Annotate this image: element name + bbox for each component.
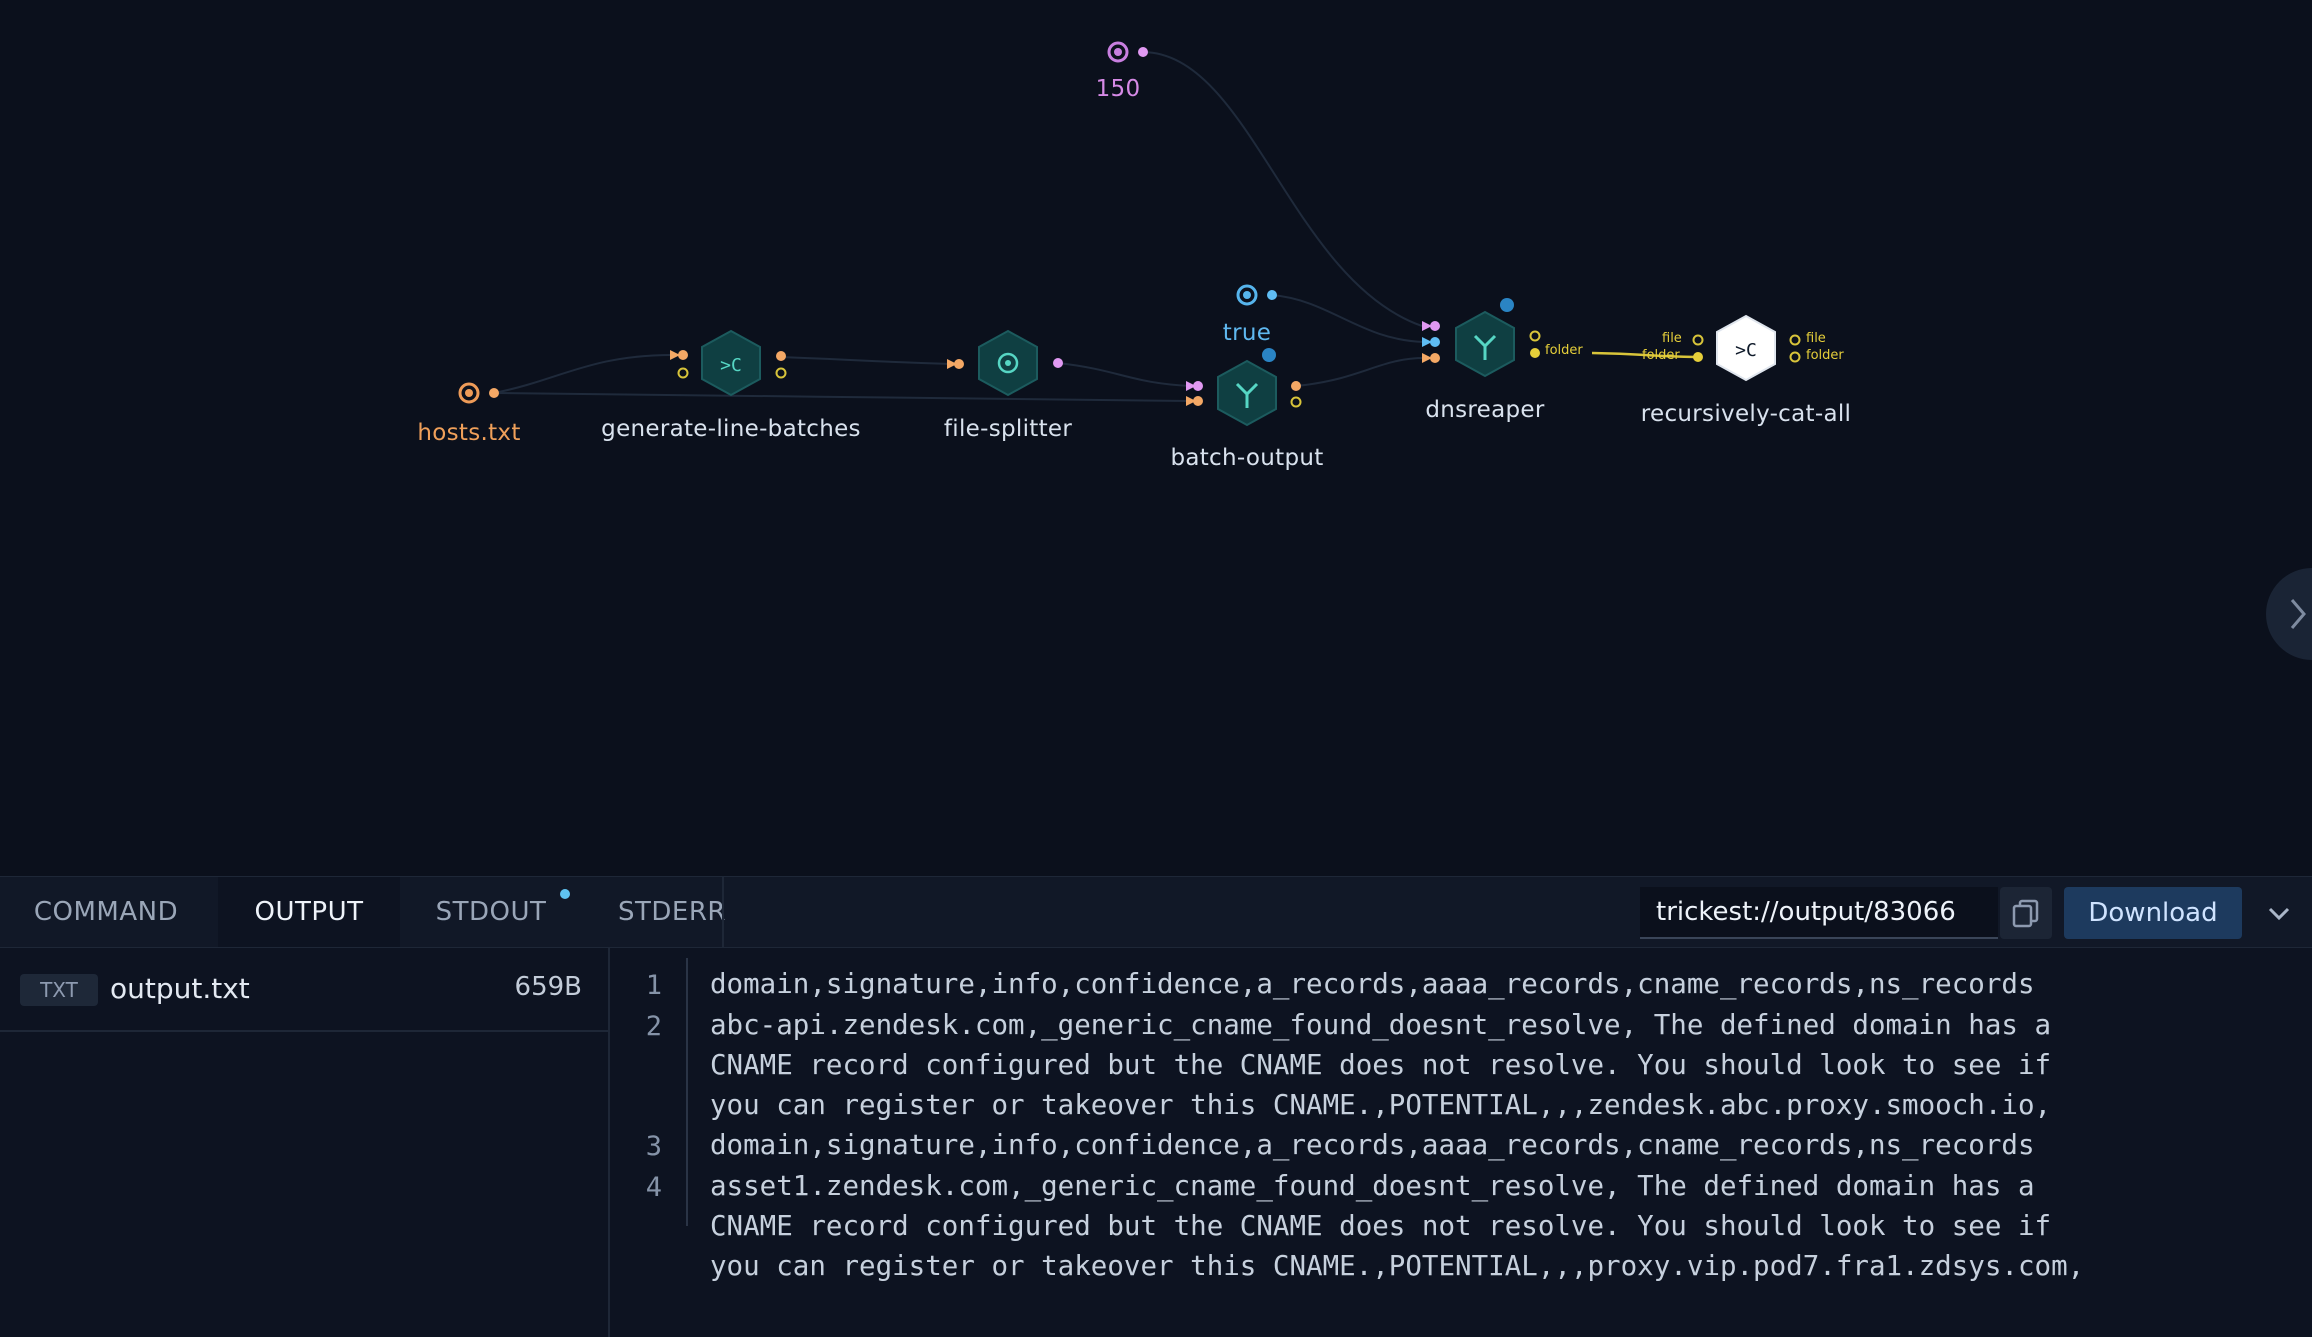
boolean-input-label[interactable]: true bbox=[1223, 320, 1271, 346]
port-cat-in-folder bbox=[1693, 352, 1703, 362]
batch-output-badge bbox=[1262, 348, 1276, 362]
port-dnsreaper-out-folder bbox=[1530, 348, 1540, 358]
port-150-out bbox=[1138, 47, 1148, 57]
port-cat-in-file bbox=[1692, 334, 1704, 346]
port-dnsreaper-in-1 bbox=[1430, 321, 1440, 331]
tab-divider bbox=[722, 877, 724, 947]
cat-file-in-label: file bbox=[1662, 331, 1682, 346]
port-cat-out-folder bbox=[1789, 351, 1801, 363]
panel-tabbar: COMMAND OUTPUT STDOUT STDERR Download bbox=[0, 877, 2312, 948]
port-splitter-out bbox=[1053, 358, 1063, 368]
copy-button[interactable] bbox=[2000, 887, 2052, 939]
line-number: 2 bbox=[645, 1011, 662, 1042]
generate-line-batches-label[interactable]: generate-line-batches bbox=[601, 416, 861, 442]
stdout-badge bbox=[560, 889, 570, 899]
port-dnsreaper-in-3 bbox=[1430, 353, 1440, 363]
port-hosts-out bbox=[489, 388, 499, 398]
file-input-label[interactable]: hosts.txt bbox=[417, 420, 520, 446]
dnsreaper-label[interactable]: dnsreaper bbox=[1425, 397, 1544, 423]
file-row[interactable]: TXT output.txt 659B bbox=[0, 948, 608, 1032]
file-name: output.txt bbox=[110, 972, 250, 1005]
download-button[interactable]: Download bbox=[2064, 887, 2242, 939]
dnsreaper-folder-port-label: folder bbox=[1545, 343, 1583, 358]
tab-command[interactable]: COMMAND bbox=[0, 877, 212, 947]
cat-file-out-label: file bbox=[1806, 331, 1826, 346]
port-cat-out-file bbox=[1789, 334, 1801, 346]
tab-stdout[interactable]: STDOUT bbox=[406, 877, 576, 947]
cat-folder-in-label: folder bbox=[1642, 348, 1680, 363]
file-size: 659B bbox=[514, 972, 582, 1002]
port-batch-in-1 bbox=[1193, 381, 1203, 391]
line-number: 3 bbox=[645, 1131, 662, 1162]
edge-batch-to-dnsreaper bbox=[1295, 357, 1425, 387]
edge-generate-to-splitter bbox=[780, 356, 952, 365]
gutter-divider bbox=[686, 958, 688, 1226]
output-panel: COMMAND OUTPUT STDOUT STDERR Download TX… bbox=[0, 876, 2312, 1337]
line-text: domain,signature,info,confidence,a_recor… bbox=[710, 1129, 2035, 1161]
workflow-graph: >C >C bbox=[458, 41, 1801, 427]
line-text: abc-api.zendesk.com,_generic_cname_found… bbox=[710, 1009, 2052, 1121]
port-generate-in-2 bbox=[677, 367, 689, 379]
tab-output[interactable]: OUTPUT bbox=[218, 877, 400, 947]
dnsreaper-badge bbox=[1500, 298, 1514, 312]
batch-output-label[interactable]: batch-output bbox=[1170, 445, 1323, 471]
edge-150-to-dnsreaper bbox=[1141, 51, 1423, 327]
edge-splitter-to-batch bbox=[1057, 362, 1191, 387]
port-generate-out-1 bbox=[776, 351, 786, 361]
edge-hosts-to-generate bbox=[493, 354, 673, 394]
file-content-viewer[interactable]: 1 domain,signature,info,confidence,a_rec… bbox=[612, 948, 2312, 1337]
edge-hosts-to-batch bbox=[493, 392, 1191, 402]
port-generate-in-1 bbox=[678, 350, 688, 360]
output-url-field[interactable] bbox=[1640, 887, 1998, 939]
file-splitter-label[interactable]: file-splitter bbox=[944, 416, 1072, 442]
script-icon: >C bbox=[720, 355, 742, 376]
line-text: domain,signature,info,confidence,a_recor… bbox=[710, 968, 2035, 1000]
output-file-list: TXT output.txt 659B bbox=[0, 948, 610, 1337]
script-icon: >C bbox=[1735, 340, 1757, 361]
port-dnsreaper-out-1 bbox=[1529, 330, 1541, 342]
workflow-canvas[interactable]: >C >C 150 true hosts.txt generate-line-b… bbox=[0, 0, 2312, 876]
line-number: 1 bbox=[645, 970, 662, 1001]
line-number: 4 bbox=[645, 1172, 662, 1203]
port-splitter-in bbox=[954, 359, 964, 369]
copy-icon bbox=[2012, 899, 2039, 928]
edge-true-to-dnsreaper bbox=[1271, 294, 1425, 343]
cat-folder-out-label: folder bbox=[1806, 348, 1844, 363]
port-true-out bbox=[1267, 290, 1277, 300]
number-input-label[interactable]: 150 bbox=[1096, 76, 1141, 102]
port-batch-out-1 bbox=[1291, 381, 1301, 391]
chevron-right-icon bbox=[2290, 599, 2306, 629]
file-type-badge: TXT bbox=[20, 974, 98, 1006]
port-generate-out-2 bbox=[775, 367, 787, 379]
port-batch-out-2 bbox=[1290, 396, 1302, 408]
port-dnsreaper-in-2 bbox=[1430, 337, 1440, 347]
port-batch-in-2 bbox=[1193, 396, 1203, 406]
chevron-down-icon bbox=[2268, 907, 2290, 921]
tab-stderr[interactable]: STDERR bbox=[594, 877, 750, 947]
collapse-panel-button[interactable] bbox=[2262, 899, 2296, 929]
recursively-cat-all-label[interactable]: recursively-cat-all bbox=[1641, 401, 1851, 427]
line-text: asset1.zendesk.com,_generic_cname_found_… bbox=[710, 1170, 2085, 1282]
